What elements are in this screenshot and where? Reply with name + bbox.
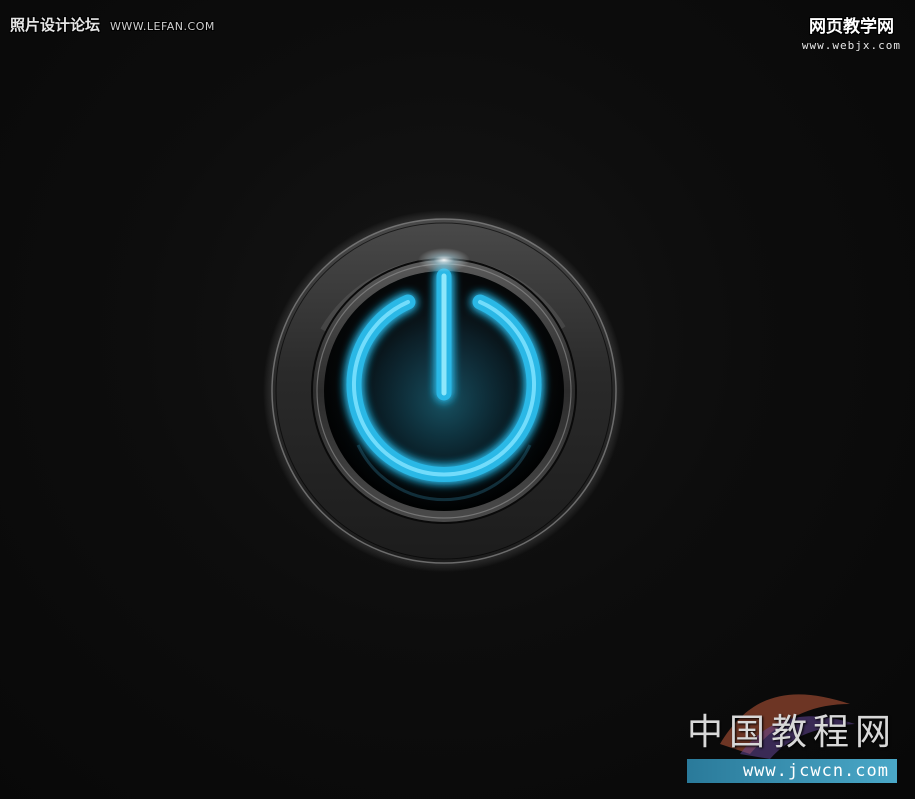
- canvas-background: 照片设计论坛 WWW.LEFAN.COM 网页教学网 www.webjx.com …: [0, 0, 915, 799]
- watermark-top-right: 网页教学网 www.webjx.com: [802, 12, 901, 52]
- watermark-top-left: 照片设计论坛 WWW.LEFAN.COM: [10, 14, 215, 35]
- power-button-graphic[interactable]: [263, 210, 625, 572]
- power-button[interactable]: [263, 210, 625, 572]
- watermark-site-name: 中国教程网: [686, 712, 897, 753]
- watermark-site-url: WWW.LEFAN.COM: [110, 20, 215, 33]
- watermark-site-url: www.jcwcn.com: [686, 759, 897, 783]
- watermark-site-url: www.webjx.com: [801, 39, 901, 52]
- watermark-site-name: 照片设计论坛: [10, 16, 101, 34]
- light-flare: [418, 248, 470, 272]
- watermark-bottom-right: 中国教程网 www.jcwcn.com: [686, 703, 897, 783]
- watermark-site-name: 网页教学网: [808, 17, 894, 37]
